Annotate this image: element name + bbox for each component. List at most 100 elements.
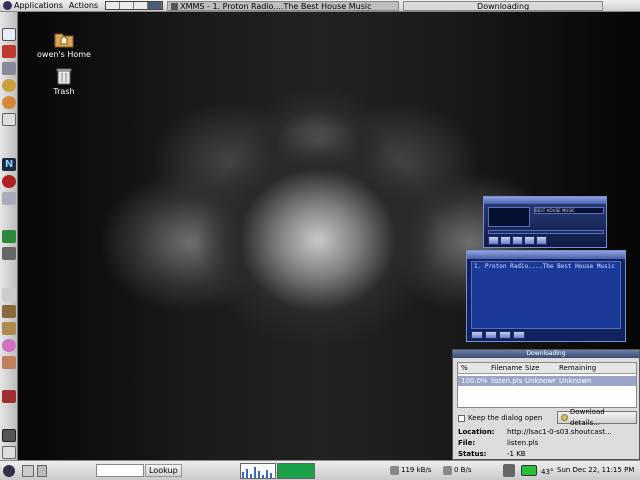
workspace-switcher[interactable] bbox=[105, 1, 164, 10]
top-panel: Applications Actions XMMS - 1. Proton Ra… bbox=[0, 0, 640, 12]
show-desktop-icon[interactable] bbox=[3, 465, 15, 477]
download-details-button[interactable]: Download details... bbox=[557, 408, 637, 427]
taskbar-downloading-label: Downloading bbox=[477, 1, 530, 11]
row-percent: 100.0% bbox=[461, 377, 488, 385]
row-size: Unknown bbox=[525, 377, 556, 385]
file-label: File: bbox=[458, 439, 476, 447]
compass-icon[interactable] bbox=[2, 79, 16, 92]
book-icon[interactable] bbox=[2, 390, 16, 403]
status-value: -1 KB bbox=[507, 450, 526, 458]
netscape-icon[interactable]: N bbox=[2, 158, 16, 171]
actions-menu[interactable]: Actions bbox=[66, 0, 101, 12]
keep-open-label: Keep the dialog open bbox=[468, 414, 543, 422]
download-details-label: Download details... bbox=[569, 407, 605, 427]
camera-icon[interactable] bbox=[2, 429, 16, 442]
cpu-monitor-graph[interactable] bbox=[240, 463, 276, 479]
ice-cream-icon[interactable] bbox=[2, 356, 16, 369]
settings-icon[interactable] bbox=[2, 247, 16, 260]
location-value: http://lsac1-0-s03.shoutcast... bbox=[507, 428, 612, 436]
keep-open-checkbox[interactable]: Keep the dialog open bbox=[458, 413, 542, 423]
desktop-icon-home-label: owen's Home bbox=[37, 50, 91, 59]
toolbox-icon[interactable] bbox=[2, 322, 16, 335]
xmms-main-window[interactable]: BEST HOUSE MUSIC bbox=[483, 196, 607, 248]
taskbar-downloading[interactable]: Downloading bbox=[403, 0, 604, 11]
desktop-icon-trash-label: Trash bbox=[53, 87, 75, 96]
playlist-select-button[interactable] bbox=[499, 331, 511, 339]
gnome-foot-icon bbox=[3, 1, 12, 10]
playlist-controls bbox=[471, 331, 621, 340]
redhat-icon[interactable] bbox=[2, 175, 16, 188]
network-in-speed: 119 kB/s bbox=[401, 466, 432, 474]
next-button[interactable] bbox=[536, 236, 547, 245]
window-list-icon[interactable] bbox=[22, 465, 34, 477]
table-row[interactable]: 100.0% listen.pls Unknown Unknown bbox=[458, 376, 636, 386]
applications-menu-label: Applications bbox=[14, 0, 63, 10]
monitor-icon[interactable] bbox=[2, 446, 16, 459]
playlist-titlebar[interactable] bbox=[467, 251, 625, 259]
home-folder-icon bbox=[54, 30, 74, 48]
bottom-panel: Lookup 119 kB/s 0 B/s 43° Sun Dec 22, 11… bbox=[0, 460, 640, 480]
xmms-task-icon bbox=[171, 2, 179, 10]
desktop-icon-trash[interactable]: Trash bbox=[34, 67, 94, 96]
download-list[interactable]: % Filename Size Remaining 100.0% listen.… bbox=[457, 362, 637, 408]
applet-icon[interactable] bbox=[37, 465, 47, 477]
playlist-misc-button[interactable] bbox=[513, 331, 525, 339]
drive-icon[interactable] bbox=[2, 113, 16, 126]
playlist-item[interactable]: 1. Proton Radio....The Best House Music bbox=[472, 262, 620, 271]
downloading-dialog: Downloading % Filename Size Remaining 10… bbox=[452, 349, 640, 460]
dictionary-lookup-input[interactable] bbox=[96, 464, 144, 477]
column-remaining[interactable]: Remaining bbox=[556, 363, 636, 373]
temperature-value: 43° bbox=[541, 468, 554, 476]
workspace-2[interactable] bbox=[120, 2, 135, 9]
printer-icon[interactable] bbox=[2, 62, 16, 75]
column-filename[interactable]: Filename bbox=[488, 363, 522, 373]
stop-button[interactable] bbox=[524, 236, 535, 245]
location-field: Location: http://lsac1-0-s03.shoutcast..… bbox=[458, 427, 638, 437]
network-monitor-graph[interactable] bbox=[277, 463, 315, 479]
play-button[interactable] bbox=[500, 236, 511, 245]
checkbox-box[interactable] bbox=[458, 414, 465, 422]
row-filename: listen.pls bbox=[491, 377, 522, 385]
office-icon[interactable] bbox=[2, 45, 16, 58]
actions-menu-label: Actions bbox=[68, 0, 99, 10]
file-field: File: listen.pls bbox=[458, 438, 638, 448]
clock-applet-icon[interactable] bbox=[2, 305, 16, 318]
column-size[interactable]: Size bbox=[522, 363, 556, 373]
column-percent[interactable]: % bbox=[458, 363, 488, 373]
pause-button[interactable] bbox=[512, 236, 523, 245]
lightbulb-icon bbox=[561, 414, 568, 421]
xmms-titlebar[interactable] bbox=[484, 197, 606, 204]
clock[interactable]: Sun Dec 22, 11:15 PM bbox=[557, 466, 634, 474]
workspace-1[interactable] bbox=[106, 2, 121, 9]
dialog-title[interactable]: Downloading bbox=[453, 350, 639, 358]
xmms-seek-bar[interactable] bbox=[488, 230, 604, 234]
previous-button[interactable] bbox=[488, 236, 499, 245]
text-editor-icon[interactable] bbox=[2, 28, 16, 41]
network-icon bbox=[390, 466, 399, 475]
playlist-remove-button[interactable] bbox=[485, 331, 497, 339]
battery-icon bbox=[521, 465, 537, 476]
volume-icon[interactable] bbox=[2, 288, 16, 301]
taskbar-xmms[interactable]: XMMS - 1. Proton Radio....The Best House… bbox=[167, 0, 400, 11]
location-label: Location: bbox=[458, 428, 495, 436]
lookup-button[interactable]: Lookup bbox=[145, 464, 182, 477]
trash-icon bbox=[54, 67, 74, 85]
desktop-icon-home[interactable]: owen's Home bbox=[34, 30, 94, 59]
terminal-icon[interactable] bbox=[2, 230, 16, 243]
left-panel: N bbox=[0, 12, 18, 460]
applications-menu[interactable]: Applications bbox=[0, 0, 66, 12]
workspace-3[interactable] bbox=[134, 2, 149, 9]
network-out-icon bbox=[443, 466, 452, 475]
playlist-add-button[interactable] bbox=[471, 331, 483, 339]
browser-icon[interactable] bbox=[2, 96, 16, 109]
row-remaining: Unknown bbox=[559, 377, 592, 385]
volume-icon[interactable] bbox=[503, 464, 515, 477]
xmms-time-display bbox=[488, 207, 530, 227]
workspace-4[interactable] bbox=[148, 2, 163, 9]
playlist-list[interactable]: 1. Proton Radio....The Best House Music bbox=[471, 261, 621, 329]
network-out-speed: 0 B/s bbox=[454, 466, 472, 474]
taskbar-xmms-label: XMMS - 1. Proton Radio....The Best House… bbox=[180, 1, 372, 11]
xmms-playlist-window[interactable]: 1. Proton Radio....The Best House Music bbox=[466, 250, 626, 342]
network-icon[interactable] bbox=[2, 192, 16, 205]
paint-icon[interactable] bbox=[2, 339, 16, 352]
